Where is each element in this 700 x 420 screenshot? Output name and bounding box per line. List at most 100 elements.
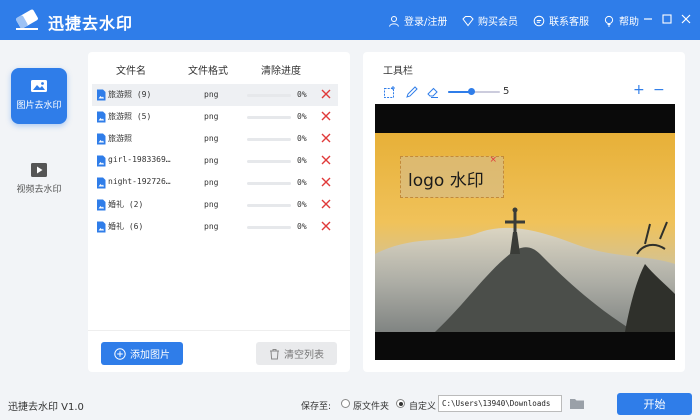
slider-handle[interactable] [467,88,475,95]
table-row[interactable]: 婚礼 (2) png 0% [92,194,338,216]
file-format: png [204,112,219,121]
app-title: 迅捷去水印 [48,14,134,33]
delete-icon[interactable] [320,110,332,122]
maximize-icon[interactable] [660,12,674,26]
watermark-text: logo 水印 [408,171,484,191]
progress-percent: 0% [297,134,307,143]
file-name: 旅游照 (5) [108,112,152,121]
support-link[interactable]: 联系客服 [533,13,589,28]
buy-membership-link[interactable]: 购买会员 [462,13,518,28]
radio-custom-folder[interactable] [396,399,405,408]
login-label: 登录/注册 [404,17,448,28]
delete-icon[interactable] [320,198,332,210]
eraser-icon[interactable] [426,85,440,99]
login-link[interactable]: 登录/注册 [388,13,447,28]
progress-percent: 0% [297,90,307,99]
brush-icon[interactable] [405,85,419,99]
save-path-input[interactable]: C:\Users\13940\Downloads [438,395,562,412]
help-link[interactable]: 帮助 [603,13,639,28]
buy-label: 购买会员 [478,17,518,28]
version-label: 迅捷去水印 V1.0 [8,402,84,413]
table-row[interactable]: night-192726… png 0% [92,172,338,194]
file-name: night-192726… [108,177,171,186]
minimize-icon[interactable] [641,12,655,26]
remove-selection-icon[interactable]: × [489,155,497,165]
progress-percent: 0% [297,112,307,121]
sidebar-item-label: 视频去水印 [16,185,62,195]
add-image-label: 添加图片 [130,350,170,361]
rect-select-icon[interactable] [383,85,397,99]
image-file-icon [97,155,106,167]
user-icon [389,15,399,27]
zoom-out-button[interactable]: − [653,82,665,98]
delete-icon[interactable] [320,132,332,144]
table-row[interactable]: 旅游照 png 0% [92,128,338,150]
custom-folder-label: 自定义 [409,402,437,412]
progress-bar [247,138,291,141]
start-button[interactable]: 开始 [617,393,692,415]
image-file-icon [97,111,106,123]
sidebar-item-label: 图片去水印 [16,101,62,111]
diamond-icon [462,15,474,26]
image-preview[interactable]: logo 水印 × [375,104,675,360]
watermark-selection[interactable]: logo 水印 × [400,155,504,198]
image-file-icon [97,89,106,101]
file-name: 旅游照 [108,134,132,143]
table-row[interactable]: girl-1983369… png 0% [92,150,338,172]
source-folder-label: 原文件夹 [353,402,390,412]
image-file-icon [97,133,106,145]
table-row[interactable]: 旅游照 (9) png 0% [92,84,338,106]
progress-bar [247,160,291,163]
file-format: png [204,222,219,231]
file-format: png [204,178,219,187]
video-play-icon [31,163,47,177]
delete-icon[interactable] [320,154,332,166]
clear-list-label: 清空列表 [284,350,324,361]
image-icon [31,80,47,92]
divider [88,330,350,331]
progress-bar [247,226,291,229]
add-image-button[interactable]: 添加图片 [101,342,183,365]
progress-bar [247,94,291,97]
delete-icon[interactable] [320,176,332,188]
support-label: 联系客服 [549,17,589,28]
brush-size-value: 5 [503,86,510,97]
progress-percent: 0% [297,200,307,209]
progress-bar [247,204,291,207]
save-to-label: 保存至: [301,402,332,412]
preview-photo [375,104,675,360]
radio-source-folder[interactable] [341,399,350,408]
zoom-in-button[interactable]: + [633,82,645,98]
progress-percent: 0% [297,156,307,165]
plus-circle-icon [114,347,126,360]
close-icon[interactable] [679,12,693,26]
brush-size-slider[interactable] [448,88,500,95]
eraser-logo-icon [16,9,38,30]
sidebar-item-image-watermark[interactable]: 图片去水印 [11,68,67,124]
toolbar-title: 工具栏 [383,66,413,77]
image-file-icon [97,199,106,211]
delete-icon[interactable] [320,220,332,232]
header-progress: 清除进度 [261,66,301,77]
progress-bar [247,116,291,119]
sidebar: 图片去水印 视频去水印 [0,40,80,390]
folder-icon[interactable] [569,397,585,410]
header-format: 文件格式 [188,66,228,77]
progress-bar [247,182,291,185]
file-name: girl-1983369… [108,155,171,164]
chat-icon [533,15,545,26]
file-format: png [204,200,219,209]
sidebar-item-video-watermark[interactable]: 视频去水印 [11,152,67,208]
file-name: 婚礼 (6) [108,222,144,231]
title-bar: 迅捷去水印 登录/注册 购买会员 联系客服 帮助 [0,0,700,40]
delete-icon[interactable] [320,88,332,100]
table-row[interactable]: 旅游照 (5) png 0% [92,106,338,128]
table-row[interactable]: 婚礼 (6) png 0% [92,216,338,238]
file-name: 旅游照 (9) [108,90,152,99]
image-file-icon [97,177,106,189]
file-list-panel: 文件名 文件格式 清除进度 旅游照 (9) png 0% 旅游照 (5) png 0% 旅游… [88,52,350,372]
clear-list-button[interactable]: 清空列表 [256,342,337,365]
progress-percent: 0% [297,222,307,231]
status-bar: 迅捷去水印 V1.0 保存至: 原文件夹 自定义 C:\Users\13940\… [0,390,700,420]
trash-icon [270,348,279,359]
